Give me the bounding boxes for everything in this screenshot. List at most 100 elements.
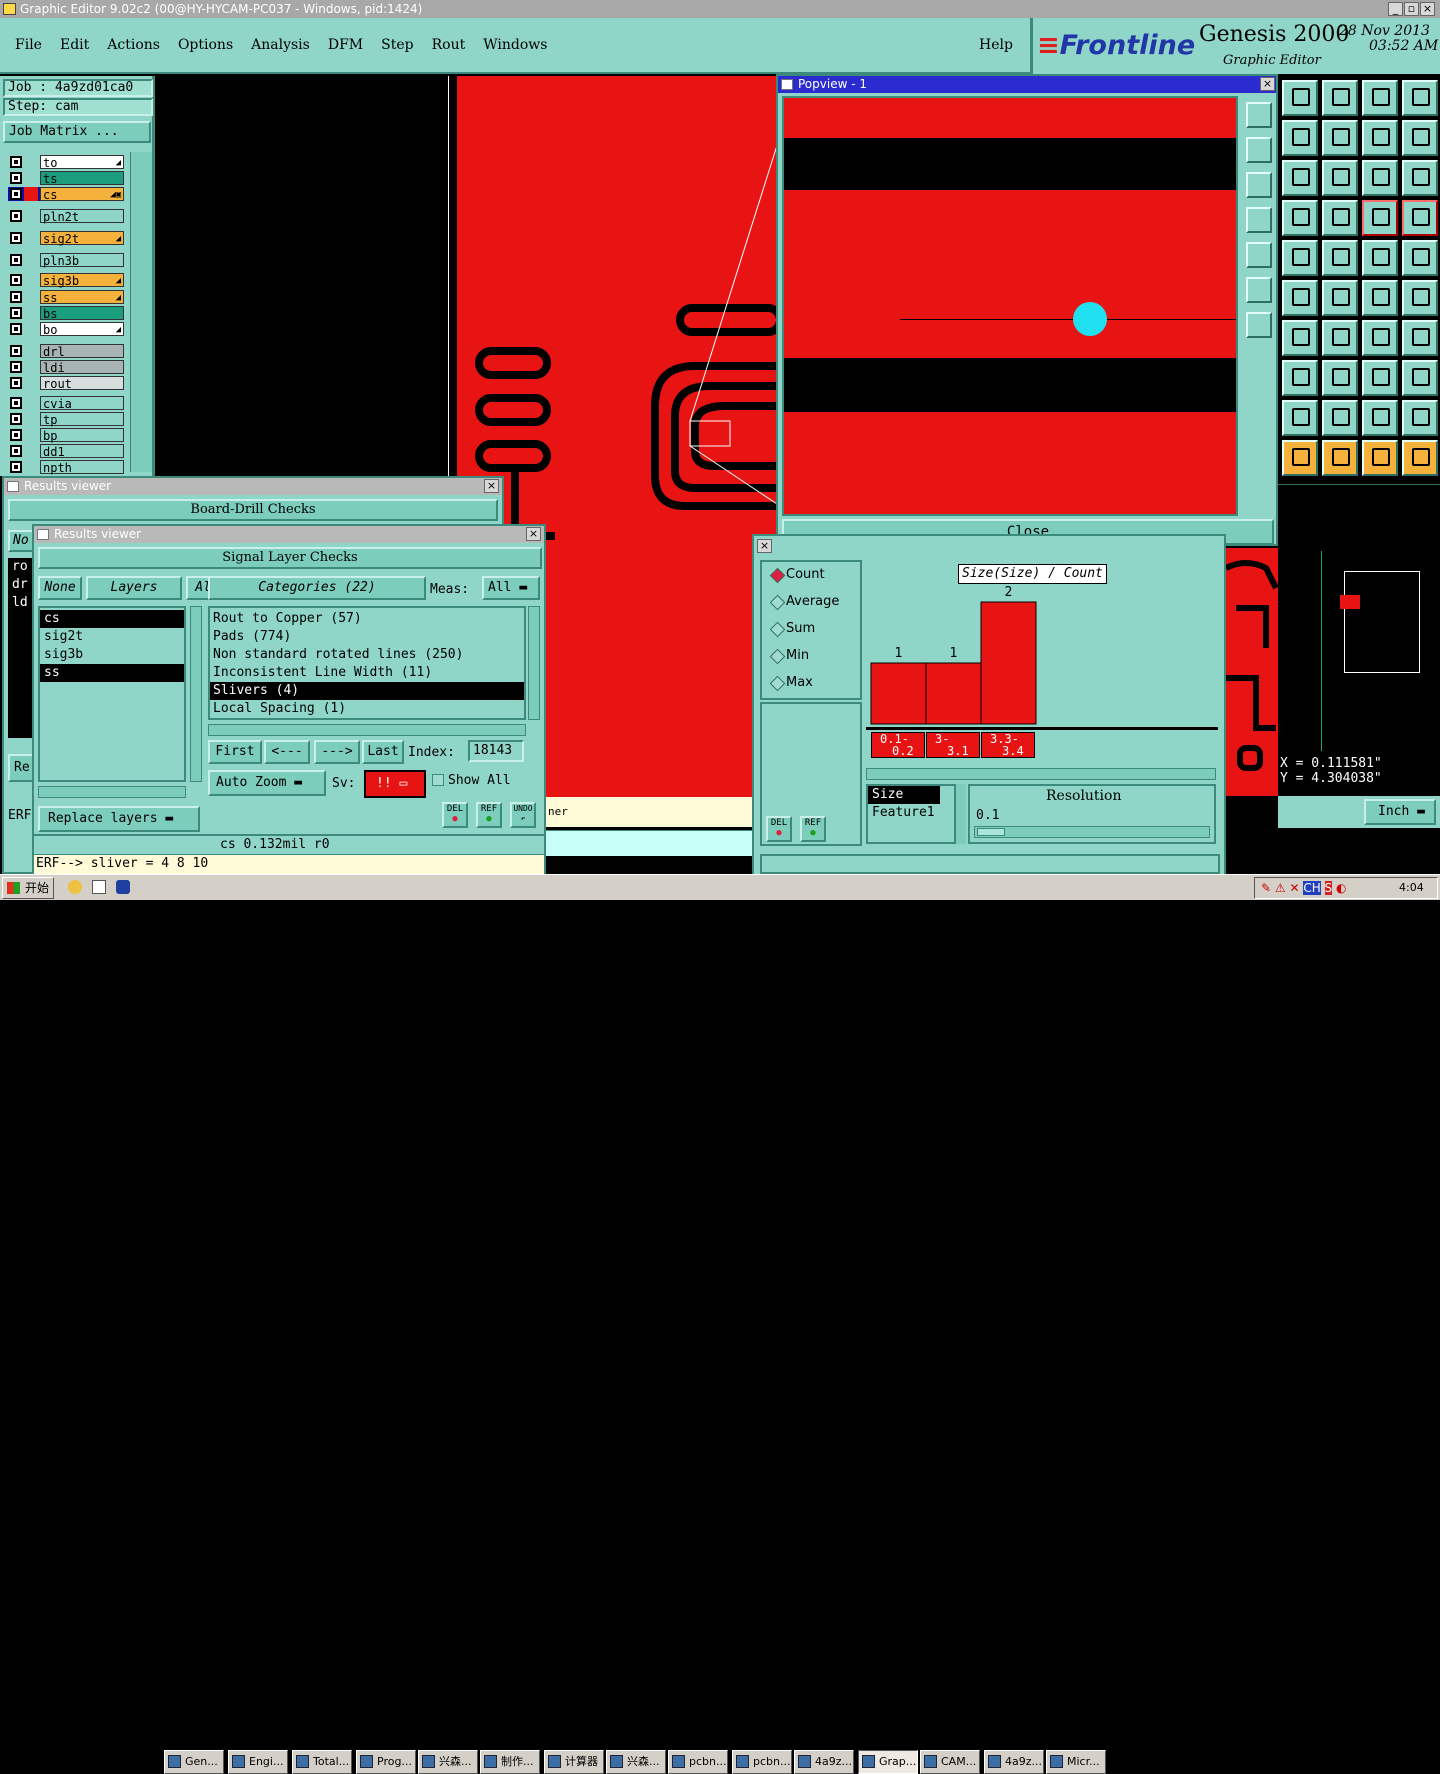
resolution-slider-thumb[interactable] [977, 828, 1005, 836]
results1-close-x[interactable]: × [484, 479, 499, 493]
layer-row[interactable]: sig2t ◢ [8, 231, 124, 246]
results2-layer-scrollbar[interactable] [190, 606, 202, 782]
menu-help[interactable]: Help [979, 37, 1013, 53]
layer-name[interactable]: pln3b [40, 253, 124, 268]
popview-zoom-in-icon[interactable] [1246, 207, 1272, 233]
histogram-bar[interactable] [980, 601, 1037, 725]
layers-none-button[interactable]: None [38, 576, 82, 600]
layer-checkbox[interactable] [10, 232, 22, 244]
taskbar-item[interactable]: pcbn... [668, 1750, 728, 1774]
last-button[interactable]: Last [362, 740, 404, 764]
layer-tool-icon[interactable] [1282, 200, 1318, 236]
index-input[interactable]: 18143 [468, 740, 524, 762]
red-tool-a-icon[interactable] [1362, 200, 1398, 236]
fit-screen-icon[interactable] [1282, 160, 1318, 196]
menu-rout[interactable]: Rout [432, 37, 466, 53]
feature-c-icon[interactable] [1362, 360, 1398, 396]
popview-layout-icon[interactable] [1246, 102, 1272, 128]
replace-layers-button[interactable]: Replace layers ▬ [38, 806, 200, 832]
results2-layer-hscroll[interactable] [38, 786, 186, 798]
snap-icon[interactable] [1322, 200, 1358, 236]
category-item[interactable]: Non standard rotated lines (250) [210, 646, 524, 664]
select-contour-icon[interactable] [1362, 440, 1398, 476]
taskbar-item[interactable]: 4a9z... [794, 1750, 854, 1774]
quick-launch-notepad-icon[interactable] [92, 880, 106, 894]
taskbar-item[interactable]: CAM... [920, 1750, 980, 1774]
layer-name[interactable]: dd1 [40, 444, 124, 459]
layer-row[interactable]: npth [8, 460, 124, 475]
layer-checkbox[interactable] [10, 361, 22, 373]
zoom-in-window-icon[interactable] [1322, 120, 1358, 156]
results-layer-item[interactable]: ss [40, 664, 184, 682]
categories-button[interactable]: Categories (22) [208, 576, 426, 600]
menu-edit[interactable]: Edit [60, 37, 89, 53]
unit-selector[interactable]: Inch ▬ [1364, 799, 1436, 825]
category-item[interactable]: Rout to Copper (57) [210, 610, 524, 628]
taskbar-item[interactable]: 兴森... [418, 1750, 478, 1774]
category-item[interactable]: Slivers (4) [210, 682, 524, 700]
popview-fit-icon[interactable] [1246, 277, 1272, 303]
sv-selector[interactable]: !! ▭ [364, 770, 426, 798]
layer-checkbox[interactable] [10, 210, 22, 222]
taskbar-item[interactable]: pcbn... [732, 1750, 792, 1774]
layer-row[interactable]: ldi [8, 360, 124, 375]
round-pad-icon[interactable] [1402, 240, 1438, 276]
measure-icon[interactable] [1362, 240, 1398, 276]
popview-canvas[interactable] [782, 96, 1238, 516]
delete-node-icon[interactable] [1322, 280, 1358, 316]
layer-checkbox[interactable] [10, 188, 22, 200]
add-pad-icon[interactable] [1282, 240, 1318, 276]
layer-name[interactable]: bp [40, 428, 124, 443]
meas-selector[interactable]: All ▬ [482, 576, 540, 600]
start-button[interactable]: 开始 [2, 877, 54, 899]
help-icon[interactable] [1402, 160, 1438, 196]
first-button[interactable]: First [208, 740, 262, 764]
resolution-slider[interactable] [974, 826, 1210, 838]
taskbar-item[interactable]: 制作... [480, 1750, 540, 1774]
show-all-checkbox[interactable] [432, 774, 444, 786]
job-matrix-button[interactable]: Job Matrix ... [3, 121, 151, 143]
layer-name[interactable]: sig3b ◢ [40, 273, 124, 288]
layer-row[interactable]: cvia [8, 396, 124, 411]
results2-del-button[interactable]: DEL ● [442, 802, 468, 828]
results2-close-x[interactable]: × [526, 527, 541, 541]
feature-b-icon[interactable] [1322, 360, 1358, 396]
layer-name[interactable]: cs ◢▣ [40, 187, 124, 202]
category-hscroll[interactable] [208, 724, 526, 736]
connect-icon[interactable] [1282, 280, 1318, 316]
layer-name[interactable]: ldi [40, 360, 124, 375]
layer-checkbox[interactable] [10, 172, 22, 184]
layer-name[interactable]: cvia [40, 396, 124, 411]
taskbar-item[interactable]: Engi... [228, 1750, 288, 1774]
layer-checkbox[interactable] [10, 291, 22, 303]
taskbar-item[interactable]: Grap... [858, 1750, 918, 1774]
category-scrollbar[interactable] [528, 606, 540, 720]
menu-dfm[interactable]: DFM [328, 37, 363, 53]
feature-d-icon[interactable] [1402, 360, 1438, 396]
layer-row[interactable]: rout [8, 376, 124, 391]
category-item[interactable]: Pads (774) [210, 628, 524, 646]
layer-checkbox[interactable] [10, 429, 22, 441]
popview-close-x[interactable]: × [1260, 77, 1275, 91]
layer-name[interactable]: to ◢ [40, 155, 124, 170]
histogram-bar[interactable] [925, 662, 982, 725]
category-item[interactable]: Inconsistent Line Width (11) [210, 664, 524, 682]
layer-name[interactable]: pln2t [40, 209, 124, 224]
layer-checkbox[interactable] [10, 461, 22, 473]
layer-row[interactable]: dd1 [8, 444, 124, 459]
layer-name[interactable]: drl [40, 344, 124, 359]
triangle-d-icon[interactable] [1402, 400, 1438, 436]
move-icon[interactable] [1282, 120, 1318, 156]
layer-checkbox[interactable] [10, 307, 22, 319]
prev-button[interactable]: <--- [264, 740, 310, 764]
layer-checkbox[interactable] [10, 274, 22, 286]
add-point-icon[interactable] [1402, 280, 1438, 316]
layer-name[interactable]: bo ◢ [40, 322, 124, 337]
taskbar-item[interactable]: Gen... [164, 1750, 224, 1774]
layer-row[interactable]: bs [8, 306, 124, 321]
layer-row[interactable]: cs ◢▣ [8, 187, 124, 202]
popview-zoom-out-icon[interactable] [1246, 242, 1272, 268]
select-lasso-icon[interactable] [1402, 440, 1438, 476]
quick-launch-app-icon[interactable] [116, 880, 130, 894]
layer-checkbox[interactable] [10, 156, 22, 168]
